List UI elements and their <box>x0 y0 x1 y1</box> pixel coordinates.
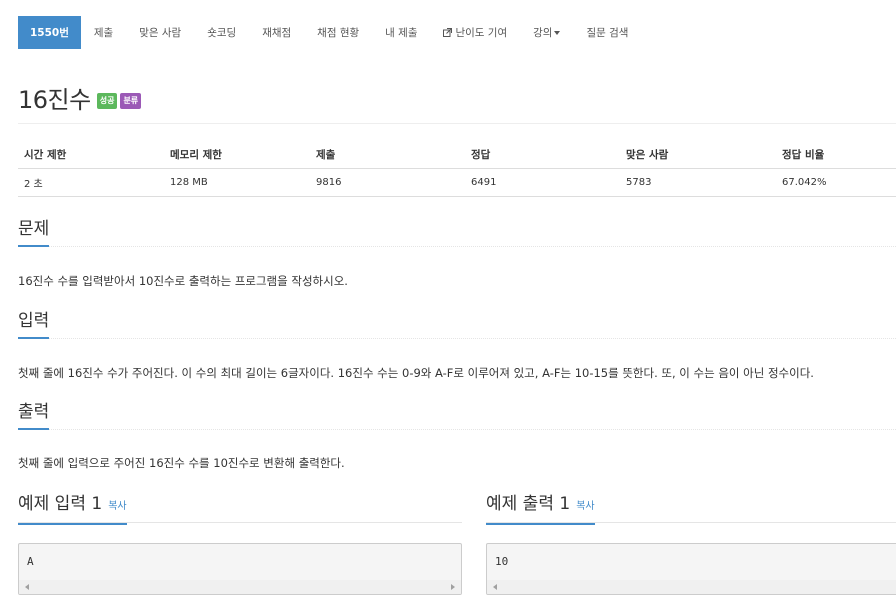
input-section-header: 입력 <box>18 309 896 339</box>
header-time-limit: 시간 제한 <box>18 142 164 169</box>
sample-output-content: 10 <box>495 555 509 568</box>
sample-input-heading: 예제 입력 1 <box>18 494 103 514</box>
sample-input-box[interactable]: A <box>18 543 462 595</box>
nav-item-questions[interactable]: 질문 검색 <box>573 16 641 49</box>
description-heading: 문제 <box>18 217 50 247</box>
problem-nav: 1550번 제출 맞은 사람 숏코딩 재채점 채점 현황 내 제출 난이도 기여… <box>18 16 641 49</box>
horizontal-scrollbar[interactable] <box>487 580 896 594</box>
table-header-row: 시간 제한 메모리 제한 제출 정답 맞은 사람 정답 비율 <box>18 142 896 169</box>
cell-ratio: 67.042% <box>776 168 896 197</box>
nav-label: 질문 검색 <box>586 27 629 39</box>
nav-item-difficulty[interactable]: 난이도 기여 <box>430 16 520 49</box>
nav-label: 강의 <box>533 27 553 39</box>
sample-input-header: 예제 입력 1 복사 <box>18 492 462 525</box>
header-accepted-users: 맞은 사람 <box>620 142 776 169</box>
nav-label: 맞은 사람 <box>139 27 182 39</box>
nav-item-problem[interactable]: 1550번 <box>18 16 81 49</box>
cell-memory-limit: 128 MB <box>164 168 310 197</box>
nav-item-rejudge[interactable]: 재채점 <box>249 16 304 49</box>
nav-item-lectures[interactable]: 강의 <box>520 16 573 49</box>
title-divider <box>18 123 896 124</box>
scroll-left-icon[interactable] <box>25 584 29 590</box>
cell-time-limit: 2 초 <box>18 168 164 197</box>
sample-input-content: A <box>27 555 34 568</box>
external-link-icon <box>443 28 453 37</box>
nav-label: 난이도 기여 <box>455 27 508 39</box>
cell-accepted-users: 5783 <box>620 168 776 197</box>
sample-output-heading: 예제 출력 1 <box>486 494 571 514</box>
description-text: 16진수 수를 입력받아서 10진수로 출력하는 프로그램을 작성하시오. <box>18 274 348 288</box>
nav-item-my-submissions[interactable]: 내 제출 <box>372 16 430 49</box>
output-heading: 출력 <box>18 400 50 430</box>
table-row: 2 초 128 MB 9816 6491 5783 67.042% <box>18 168 896 197</box>
title-row: 16진수 성공 분류 <box>18 80 142 115</box>
sample-output-header: 예제 출력 1 복사 <box>486 492 896 525</box>
header-correct: 정답 <box>465 142 620 169</box>
nav-item-short-coding[interactable]: 숏코딩 <box>194 16 249 49</box>
horizontal-scrollbar[interactable] <box>19 580 461 594</box>
scroll-left-icon[interactable] <box>493 584 497 590</box>
status-badge: 성공 <box>96 92 118 109</box>
nav-label: 재채점 <box>262 27 292 39</box>
header-submissions: 제출 <box>310 142 465 169</box>
header-ratio: 정답 비율 <box>776 142 896 169</box>
problem-info-table: 시간 제한 메모리 제한 제출 정답 맞은 사람 정답 비율 2 초 128 M… <box>18 142 896 197</box>
nav-label: 1550번 <box>30 27 69 39</box>
nav-item-accepted-users[interactable]: 맞은 사람 <box>126 16 194 49</box>
nav-label: 숏코딩 <box>207 27 237 39</box>
description-section-header: 문제 <box>18 217 896 247</box>
output-section-header: 출력 <box>18 400 896 430</box>
copy-sample-output-button[interactable]: 복사 <box>576 501 594 512</box>
cell-submissions: 9816 <box>310 168 465 197</box>
caret-down-icon <box>554 30 561 35</box>
nav-label: 내 제출 <box>385 27 418 39</box>
sample-output-heading-wrap: 예제 출력 1 복사 <box>486 492 595 525</box>
nav-label: 채점 현황 <box>317 27 360 39</box>
input-text: 첫째 줄에 16진수 수가 주어진다. 이 수의 최대 길이는 6글자이다. 1… <box>18 366 814 380</box>
category-badge[interactable]: 분류 <box>120 92 142 109</box>
cell-correct: 6491 <box>465 168 620 197</box>
copy-sample-input-button[interactable]: 복사 <box>108 501 126 512</box>
page-title: 16진수 <box>18 86 91 114</box>
nav-item-status[interactable]: 채점 현황 <box>304 16 372 49</box>
input-heading: 입력 <box>18 309 50 339</box>
nav-label: 제출 <box>93 27 114 39</box>
sample-output-box[interactable]: 10 <box>486 543 896 595</box>
sample-input-heading-wrap: 예제 입력 1 복사 <box>18 492 127 525</box>
nav-item-submit[interactable]: 제출 <box>81 16 126 49</box>
output-text: 첫째 줄에 입력으로 주어진 16진수 수를 10진수로 변환해 출력한다. <box>18 456 345 470</box>
header-memory-limit: 메모리 제한 <box>164 142 310 169</box>
scroll-right-icon[interactable] <box>451 584 455 590</box>
